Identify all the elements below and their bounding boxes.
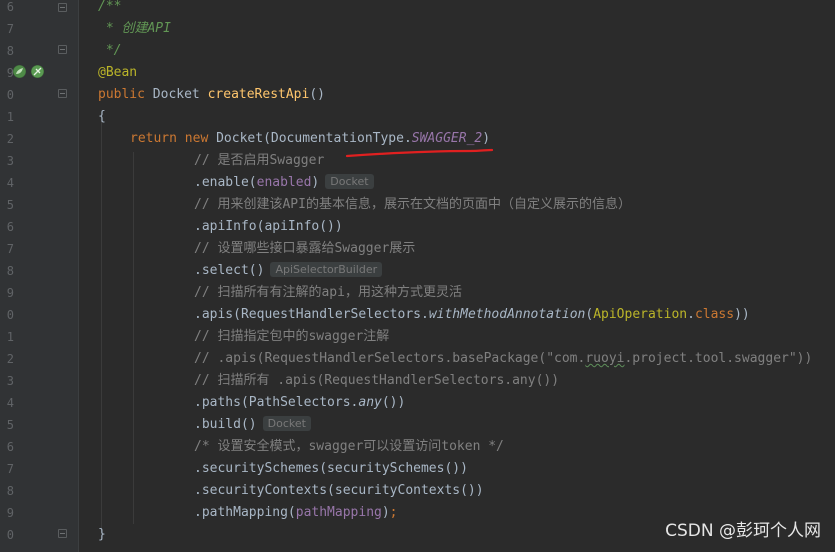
red-underline-annotation (345, 148, 494, 158)
csdn-watermark: CSDN @彭珂个人网 (665, 521, 821, 541)
